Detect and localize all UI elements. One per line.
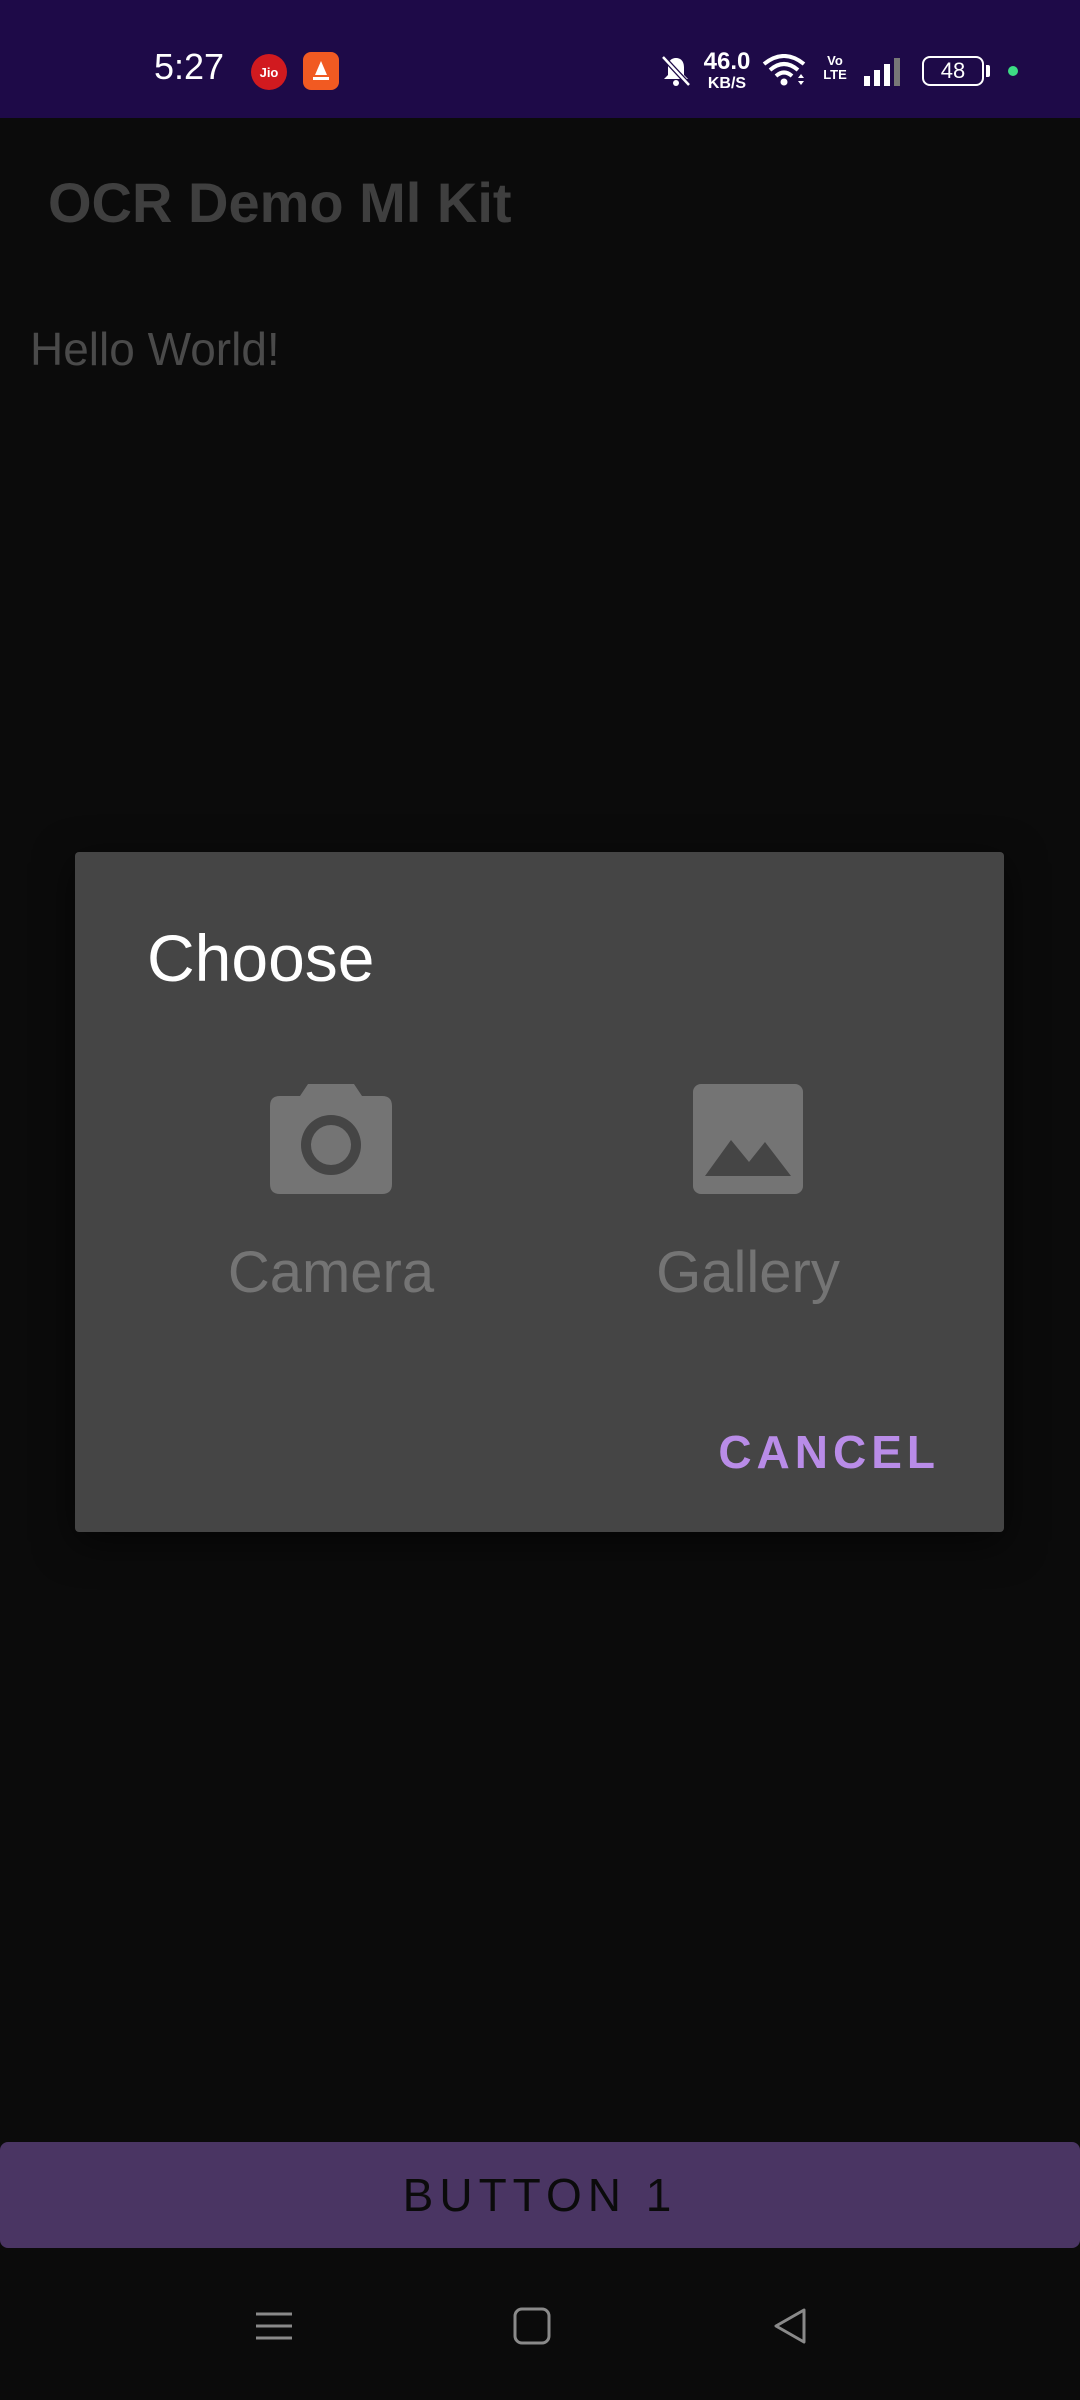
status-bar: 5:27 Jio 46.0 KB/S Vo LTE 48: [0, 0, 1080, 118]
network-speed-unit: KB/S: [707, 75, 747, 92]
wifi-icon: [762, 54, 806, 93]
navigation-bar: [0, 2248, 1080, 2400]
bell-off-icon: [660, 54, 692, 93]
dialog-title: Choose: [147, 921, 375, 995]
jio-notification-icon: Jio: [251, 54, 287, 90]
app-notification-icon: [303, 52, 339, 90]
network-speed: 46.0 KB/S: [701, 50, 753, 92]
privacy-indicator-dot: [1008, 66, 1018, 76]
battery-tip: [986, 65, 990, 77]
app-bar: OCR Demo Ml Kit: [0, 118, 1080, 290]
network-speed-value: 46.0: [703, 48, 751, 75]
cancel-button[interactable]: CANCEL: [712, 1424, 946, 1480]
hello-text: Hello World!: [30, 323, 280, 375]
camera-option[interactable]: Camera: [181, 1084, 481, 1306]
gallery-label: Gallery: [656, 1240, 840, 1305]
image-icon: [598, 1084, 898, 1199]
home-square-icon[interactable]: [512, 2306, 552, 2351]
choose-dialog: Choose Camera Gallery CANCEL: [75, 852, 1004, 1532]
camera-icon: [181, 1084, 481, 1199]
signal-icon: [862, 56, 906, 91]
status-time: 5:27: [154, 46, 225, 87]
back-triangle-icon[interactable]: [770, 2306, 810, 2351]
camera-label: Camera: [227, 1240, 435, 1305]
volte-bottom: LTE: [823, 67, 847, 82]
battery-icon: 48: [922, 56, 984, 86]
volte-top: Vo: [827, 53, 843, 68]
volte-icon: Vo LTE: [822, 54, 848, 82]
menu-icon[interactable]: [254, 2306, 294, 2351]
button-1[interactable]: BUTTON 1: [0, 2142, 1080, 2248]
battery-level: 48: [940, 58, 966, 83]
screen: 5:27 Jio 46.0 KB/S Vo LTE 48 OCR Demo Ml…: [0, 0, 1080, 2400]
gallery-option[interactable]: Gallery: [598, 1084, 898, 1306]
app-title: OCR Demo Ml Kit: [48, 171, 512, 234]
